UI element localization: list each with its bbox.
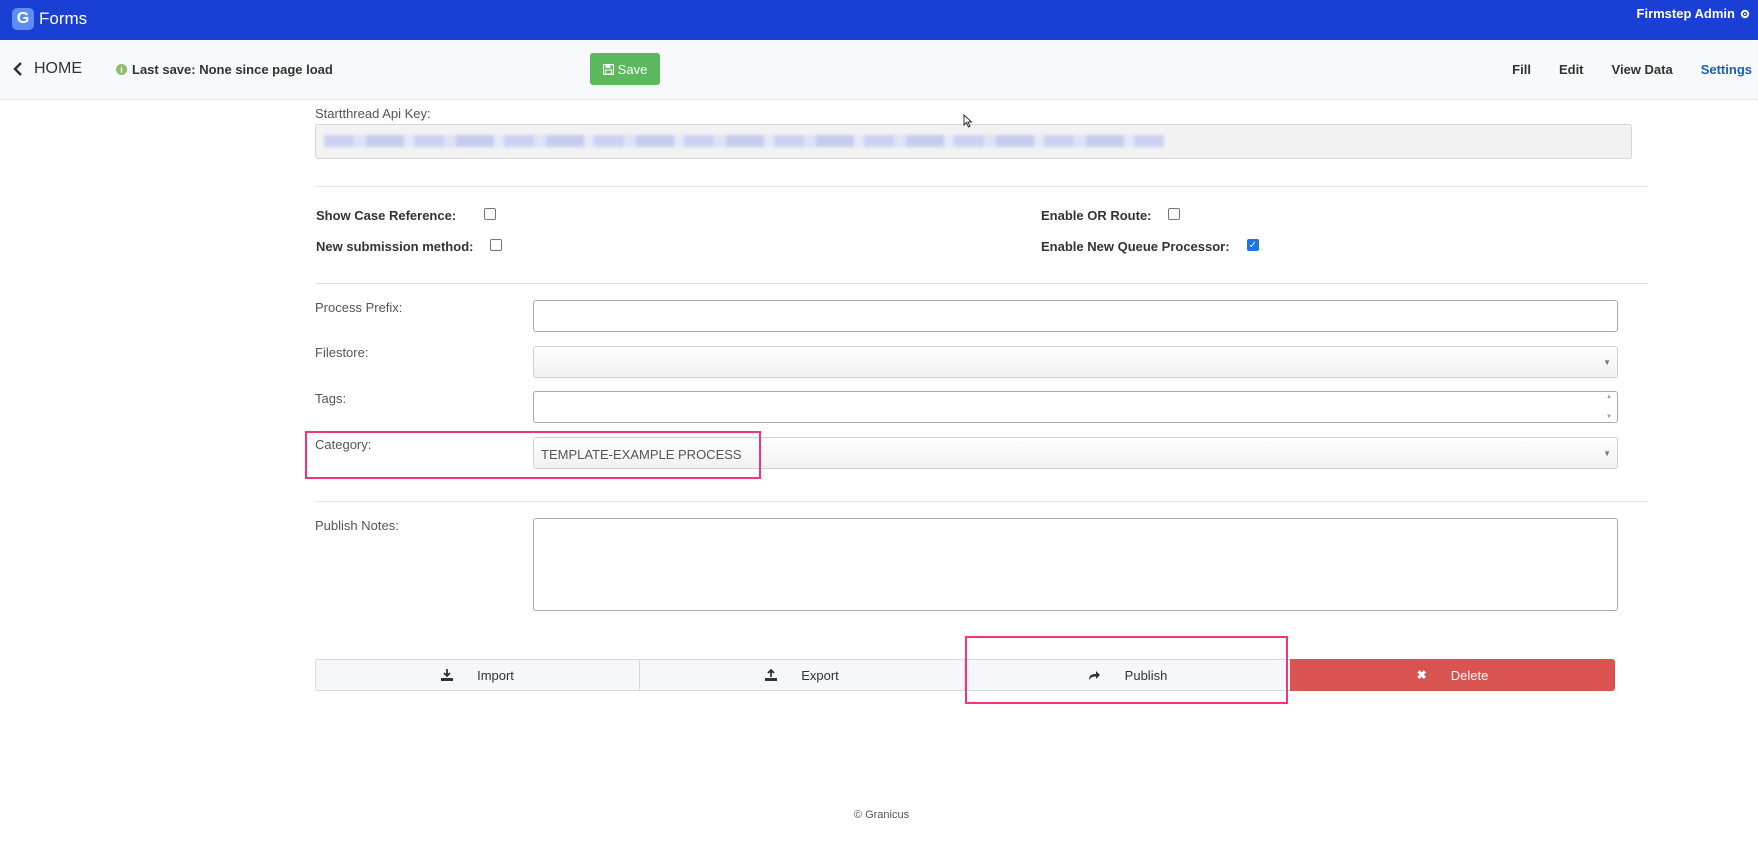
last-save-text: Last save: None since page load [132, 62, 333, 77]
enable-new-queue-processor-checkbox[interactable]: ✓ [1247, 239, 1259, 251]
category-highlight-box [305, 431, 761, 479]
publish-highlight-box [965, 636, 1288, 704]
enable-or-route-label: Enable OR Route: [1041, 208, 1152, 223]
filestore-select[interactable]: ▼ [533, 346, 1618, 378]
user-menu[interactable]: Firmstep Admin [1637, 6, 1750, 21]
last-save-status: i Last save: None since page load [116, 62, 333, 77]
enable-new-queue-processor-label: Enable New Queue Processor: [1041, 239, 1230, 254]
delete-label: Delete [1450, 667, 1489, 683]
caret-down-icon: ▼ [1603, 358, 1611, 367]
mouse-cursor-icon [963, 114, 973, 128]
download-icon [441, 669, 454, 681]
api-key-label: Startthread Api Key: [315, 106, 431, 121]
brand[interactable]: G Forms [12, 8, 87, 30]
nav-link-settings[interactable]: Settings [1701, 62, 1752, 77]
process-prefix-input[interactable] [533, 300, 1618, 332]
top-bar: G Forms Firmstep Admin [0, 0, 1758, 40]
forms-logo-icon: G [12, 8, 34, 30]
gear-icon [1740, 9, 1750, 18]
process-prefix-label: Process Prefix: [315, 300, 403, 315]
home-link[interactable]: HOME [12, 60, 82, 78]
nav-link-edit[interactable]: Edit [1559, 62, 1584, 77]
tags-input[interactable]: ▲ ▼ [533, 391, 1618, 423]
app-name: Forms [39, 9, 88, 28]
caret-down-icon: ▼ [1603, 449, 1611, 458]
floppy-disk-icon [602, 63, 614, 75]
info-icon: i [116, 64, 127, 75]
divider [315, 501, 1648, 502]
user-name: Firmstep Admin [1636, 6, 1735, 21]
footer: © Granicus [853, 809, 910, 821]
home-label: HOME [34, 60, 82, 77]
nav-link-fill[interactable]: Fill [1512, 62, 1531, 77]
show-case-reference-label: Show Case Reference: [316, 208, 457, 223]
close-icon: ✖ [1416, 668, 1427, 682]
export-label: Export [801, 667, 839, 683]
import-label: Import [477, 667, 514, 683]
divider [315, 186, 1648, 187]
divider [315, 283, 1648, 284]
new-submission-method-checkbox[interactable] [490, 239, 502, 251]
save-label: Save [617, 61, 648, 77]
enable-or-route-checkbox[interactable] [1168, 208, 1180, 220]
import-button[interactable]: Import [315, 659, 640, 691]
scroll-arrows-icon[interactable]: ▲ ▼ [1603, 394, 1615, 420]
save-button[interactable]: Save [590, 53, 660, 85]
nav-bar: HOME i Last save: None since page load S… [0, 40, 1758, 100]
publish-notes-textarea[interactable] [533, 518, 1618, 611]
show-case-reference-checkbox[interactable] [484, 208, 496, 220]
publish-notes-label: Publish Notes: [315, 518, 399, 533]
api-key-redacted [324, 135, 1164, 147]
new-submission-method-label: New submission method: [316, 239, 474, 254]
nav-link-view-data[interactable]: View Data [1612, 62, 1673, 77]
api-key-field[interactable] [315, 124, 1632, 159]
nav-links: Fill Edit View Data Settings [1484, 62, 1752, 77]
filestore-label: Filestore: [315, 345, 369, 360]
upload-icon [765, 669, 778, 681]
chevron-left-icon [13, 62, 22, 76]
tags-label: Tags: [315, 391, 347, 406]
delete-button[interactable]: ✖ Delete [1290, 659, 1615, 691]
export-button[interactable]: Export [639, 659, 965, 691]
